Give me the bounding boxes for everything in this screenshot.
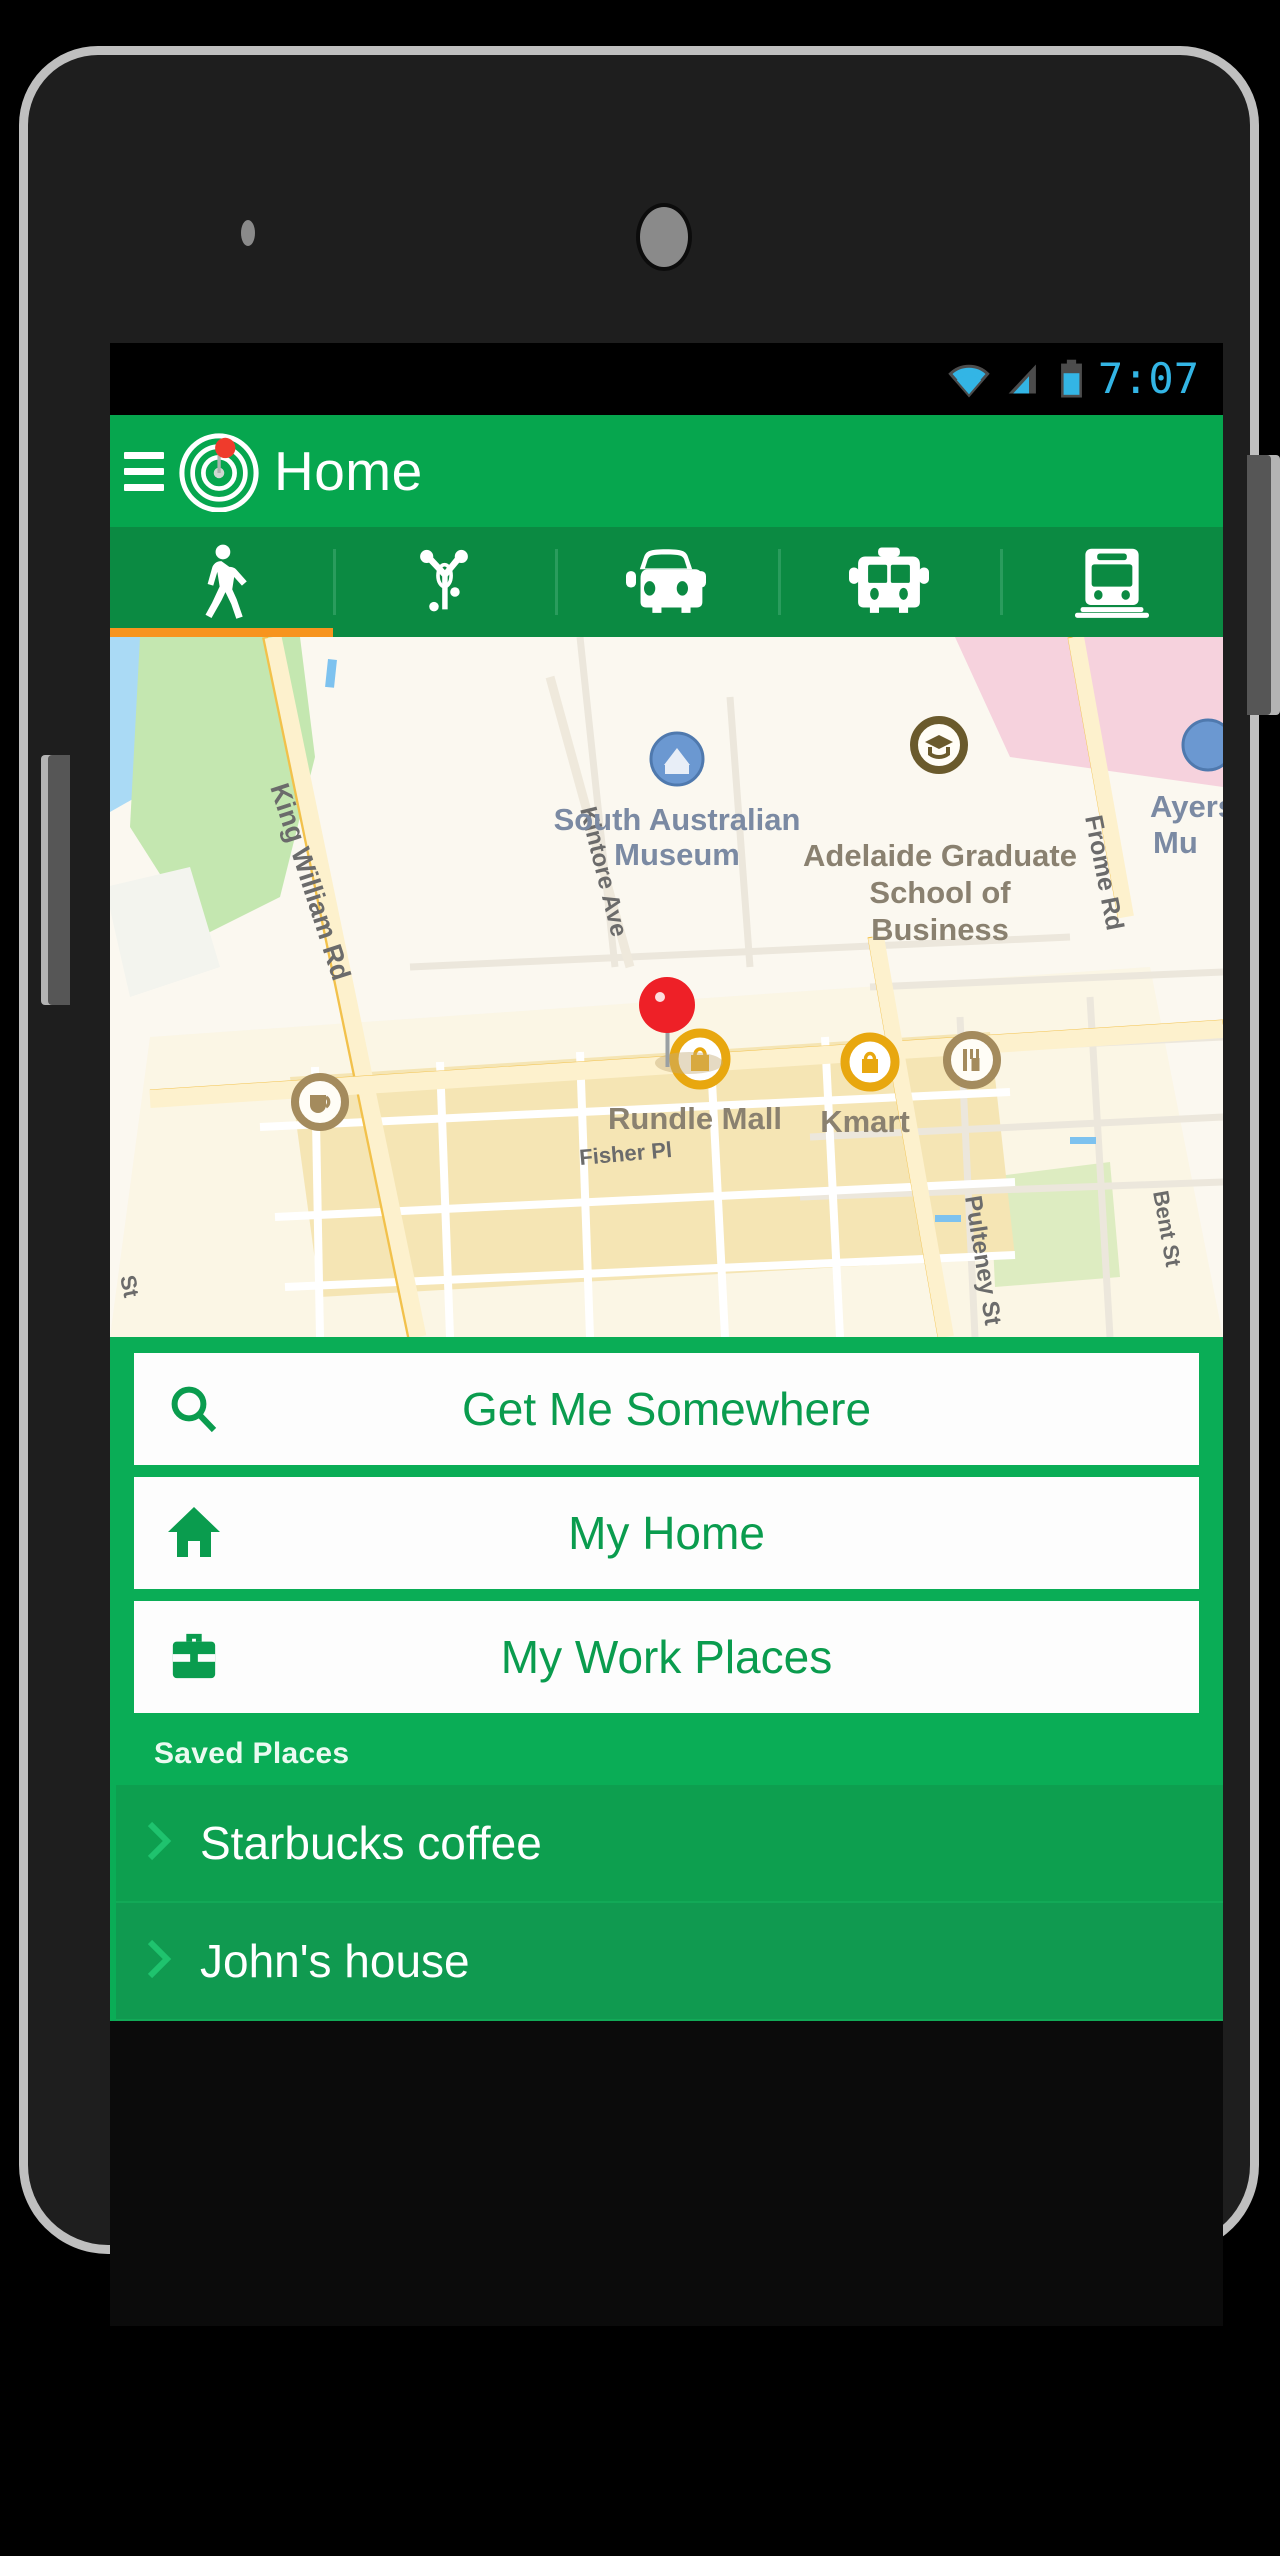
cafe-icon	[291, 1073, 349, 1131]
my-work-places-label: My Work Places	[500, 1631, 833, 1683]
get-me-somewhere-button[interactable]: Get Me Somewhere	[134, 1353, 1199, 1465]
map-view[interactable]: King William Rd Kintore Ave Frome Rd Pul…	[110, 637, 1223, 1337]
train-icon	[1074, 548, 1149, 618]
saved-place-label: Starbucks coffee	[200, 1817, 542, 1869]
map-place-label: School of	[869, 875, 1011, 910]
app-bar: Home	[110, 415, 1223, 527]
map-place-label: South Australian	[554, 802, 801, 837]
status-bar: 7:07	[110, 343, 1223, 415]
restaurant-icon	[943, 1031, 1001, 1089]
tab-bus[interactable]	[777, 527, 1001, 637]
tab-car[interactable]	[555, 527, 778, 637]
car-icon	[626, 549, 707, 613]
status-bar-clock: 7:07	[1097, 354, 1199, 403]
walk-icon	[205, 544, 248, 619]
saved-places-header: Saved Places	[154, 1737, 350, 1770]
chevron-right-icon	[144, 1818, 174, 1869]
bus-icon	[849, 547, 930, 613]
my-home-label: My Home	[568, 1507, 765, 1559]
proximity-sensor-icon	[241, 220, 255, 246]
page-title: Home	[274, 440, 423, 502]
cellular-signal-icon	[1008, 364, 1036, 394]
hamburger-menu-icon[interactable]	[124, 451, 164, 491]
briefcase-icon	[134, 1630, 254, 1684]
tab-train[interactable]	[1000, 527, 1223, 637]
search-icon	[134, 1383, 254, 1435]
transport-mode-tabs	[110, 527, 1223, 637]
map-place-label: Adelaide Graduate	[803, 838, 1077, 873]
my-work-places-button[interactable]: My Work Places	[134, 1601, 1199, 1713]
saved-place-label: John's house	[200, 1935, 470, 1987]
shopping-bag-icon	[840, 1032, 900, 1092]
university-icon	[910, 716, 968, 774]
map-place-label: Ayers	[1150, 789, 1223, 824]
battery-icon	[1060, 359, 1082, 398]
front-camera-icon	[636, 203, 692, 271]
phone-screen: 7:07 Home King William Rd Kintore Ave Fr…	[110, 343, 1223, 2326]
tab-walk[interactable]	[110, 527, 333, 637]
phone-device-frame: 7:07 Home King William Rd Kintore Ave Fr…	[28, 55, 1271, 2326]
actions-panel: Get Me Somewhere My Home My Work Places …	[110, 1337, 1223, 1785]
map-place-label: Rundle Mall	[608, 1101, 782, 1136]
map-place-label: Business	[871, 912, 1009, 947]
get-me-somewhere-label: Get Me Somewhere	[461, 1383, 872, 1435]
selected-tab-indicator	[110, 628, 333, 637]
target-pin-logo-icon	[178, 430, 260, 513]
home-icon	[134, 1505, 254, 1561]
wifi-icon	[948, 364, 990, 398]
map-place-label: Museum	[614, 837, 740, 872]
volume-button[interactable]	[48, 755, 70, 1005]
tab-bike[interactable]	[332, 527, 556, 637]
my-home-button[interactable]: My Home	[134, 1477, 1199, 1589]
chevron-right-icon	[144, 1936, 174, 1987]
saved-places-list: Starbucks coffee John's house	[110, 1785, 1223, 2021]
bicycle-icon	[420, 549, 468, 612]
power-button[interactable]	[1247, 455, 1271, 715]
list-item[interactable]: John's house	[116, 1903, 1223, 2021]
map-place-label: Kmart	[820, 1104, 910, 1139]
map-place-label: Mu	[1153, 825, 1198, 860]
list-item[interactable]: Starbucks coffee	[116, 1785, 1223, 1903]
